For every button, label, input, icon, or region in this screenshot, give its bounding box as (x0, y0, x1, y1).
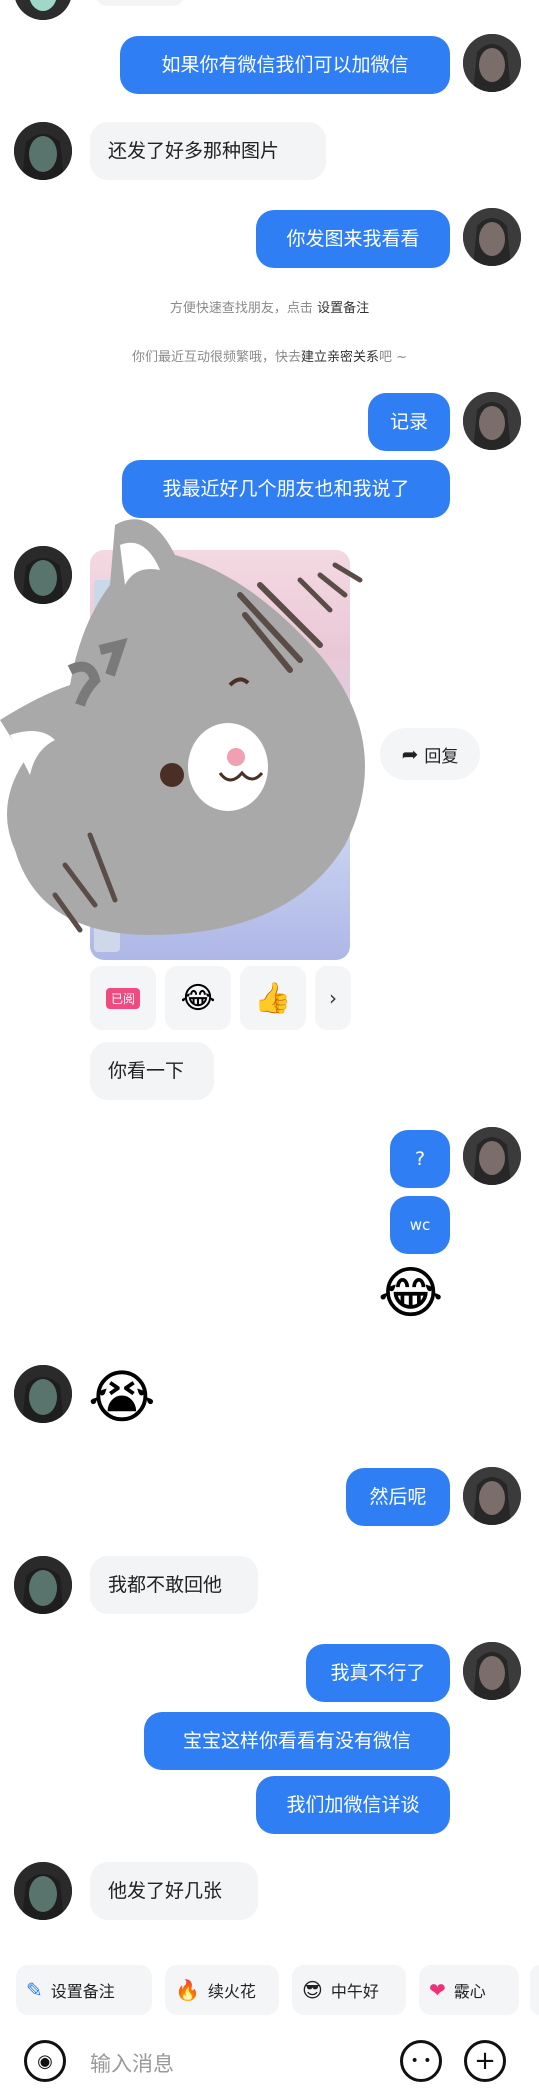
emoji-face-icon: • • (410, 2053, 432, 2069)
input-bar: ◉ 输入消息 • • + (0, 2030, 539, 2094)
system-tip-text: 方便快速查找朋友，点击 (169, 301, 313, 316)
laugh-cry-emoji-message[interactable]: 😂 (378, 1262, 443, 1326)
laugh-cry-emoji-icon: 😂 (180, 980, 216, 1016)
quick-action-spark[interactable]: 🔥 续火花 (165, 1965, 279, 2015)
message-input[interactable]: 输入消息 (90, 2048, 174, 2078)
fire-icon: 🔥 (175, 1978, 200, 2002)
outgoing-message[interactable]: 记录 (368, 393, 450, 451)
pencil-icon: ✎ (26, 1978, 43, 2002)
quick-action-good-noon[interactable]: 😎 中午好 (292, 1965, 406, 2015)
voice-wave-icon: ◉ (37, 2050, 53, 2072)
system-tip-suffix: 吧 ~ (379, 350, 408, 365)
outgoing-message[interactable]: wc (390, 1196, 450, 1254)
avatar[interactable] (463, 392, 521, 450)
avatar[interactable] (463, 1127, 521, 1185)
reply-label: 回复 (424, 746, 459, 767)
incoming-message[interactable]: 你看一下 (90, 1042, 214, 1100)
quick-action-label: 续火花 (207, 1982, 256, 2001)
quick-action-label: 设置备注 (50, 1982, 115, 2001)
avatar[interactable] (463, 1467, 521, 1525)
quick-action-more-edge[interactable] (530, 1965, 539, 2015)
avatar[interactable] (14, 122, 72, 180)
avatar[interactable] (463, 34, 521, 92)
cat-sticker (0, 519, 365, 935)
system-tip-text: 你们最近互动很频繁哦，快去 (131, 350, 301, 365)
laugh-cry-reaction-button[interactable]: 😂 (165, 966, 231, 1030)
system-tip-remark: 方便快速查找朋友，点击 设置备注 (0, 297, 539, 316)
avatar[interactable] (463, 1642, 521, 1700)
outgoing-message[interactable]: 宝宝这样你看看有没有微信 (144, 1712, 450, 1770)
outgoing-message[interactable]: 你发图来我看看 (256, 210, 450, 268)
outgoing-message[interactable]: ? (390, 1130, 450, 1188)
avatar[interactable] (14, 1556, 72, 1614)
quick-action-label: 中午好 (330, 1982, 379, 2001)
previous-message-edge (95, 0, 185, 6)
outgoing-message[interactable]: 我们加微信详谈 (256, 1776, 450, 1834)
heart-icon: ❤ (429, 1978, 446, 2002)
incoming-message[interactable]: 还发了好多那种图片 (90, 122, 326, 180)
quick-action-label: 霰心 (453, 1982, 486, 2001)
quick-action-heart[interactable]: ❤ 霰心 (419, 1965, 519, 2015)
system-tip-intimacy: 你们最近互动很频繁哦，快去建立亲密关系吧 ~ (0, 346, 539, 365)
avatar[interactable] (463, 208, 521, 266)
thumbs-up-emoji-icon: 👍 (254, 980, 292, 1016)
reply-icon: ➦ (401, 742, 419, 766)
more-reactions-button[interactable]: › (315, 966, 351, 1030)
thumbs-up-reaction-button[interactable]: 👍 (240, 966, 306, 1030)
incoming-message[interactable]: 他发了好几张 (90, 1862, 258, 1920)
quick-action-set-remark[interactable]: ✎ 设置备注 (16, 1965, 152, 2015)
plus-icon: + (474, 2046, 496, 2076)
avatar[interactable] (14, 0, 72, 20)
crying-emoji-message[interactable]: 😭 (88, 1364, 156, 1430)
voice-input-button[interactable]: ◉ (24, 2040, 66, 2082)
read-badge: 已阅 (105, 987, 140, 1009)
sunglasses-emoji-icon: 😎 (302, 1978, 323, 2002)
avatar[interactable] (14, 1862, 72, 1920)
build-relationship-link[interactable]: 建立亲密关系 (301, 350, 379, 365)
outgoing-message[interactable]: 如果你有微信我们可以加微信 (120, 36, 450, 94)
set-remark-link[interactable]: 设置备注 (317, 301, 369, 316)
read-reaction-button[interactable]: 已阅 (90, 966, 156, 1030)
incoming-message[interactable]: 我都不敢回他 (90, 1556, 258, 1614)
emoji-button[interactable]: • • (400, 2040, 442, 2082)
avatar[interactable] (14, 1365, 72, 1423)
reply-button[interactable]: ➦ 回复 (380, 728, 480, 780)
outgoing-message[interactable]: 然后呢 (346, 1468, 450, 1526)
outgoing-message[interactable]: 我真不行了 (306, 1644, 450, 1702)
chevron-right-icon: › (329, 986, 337, 1010)
more-tools-button[interactable]: + (464, 2040, 506, 2082)
